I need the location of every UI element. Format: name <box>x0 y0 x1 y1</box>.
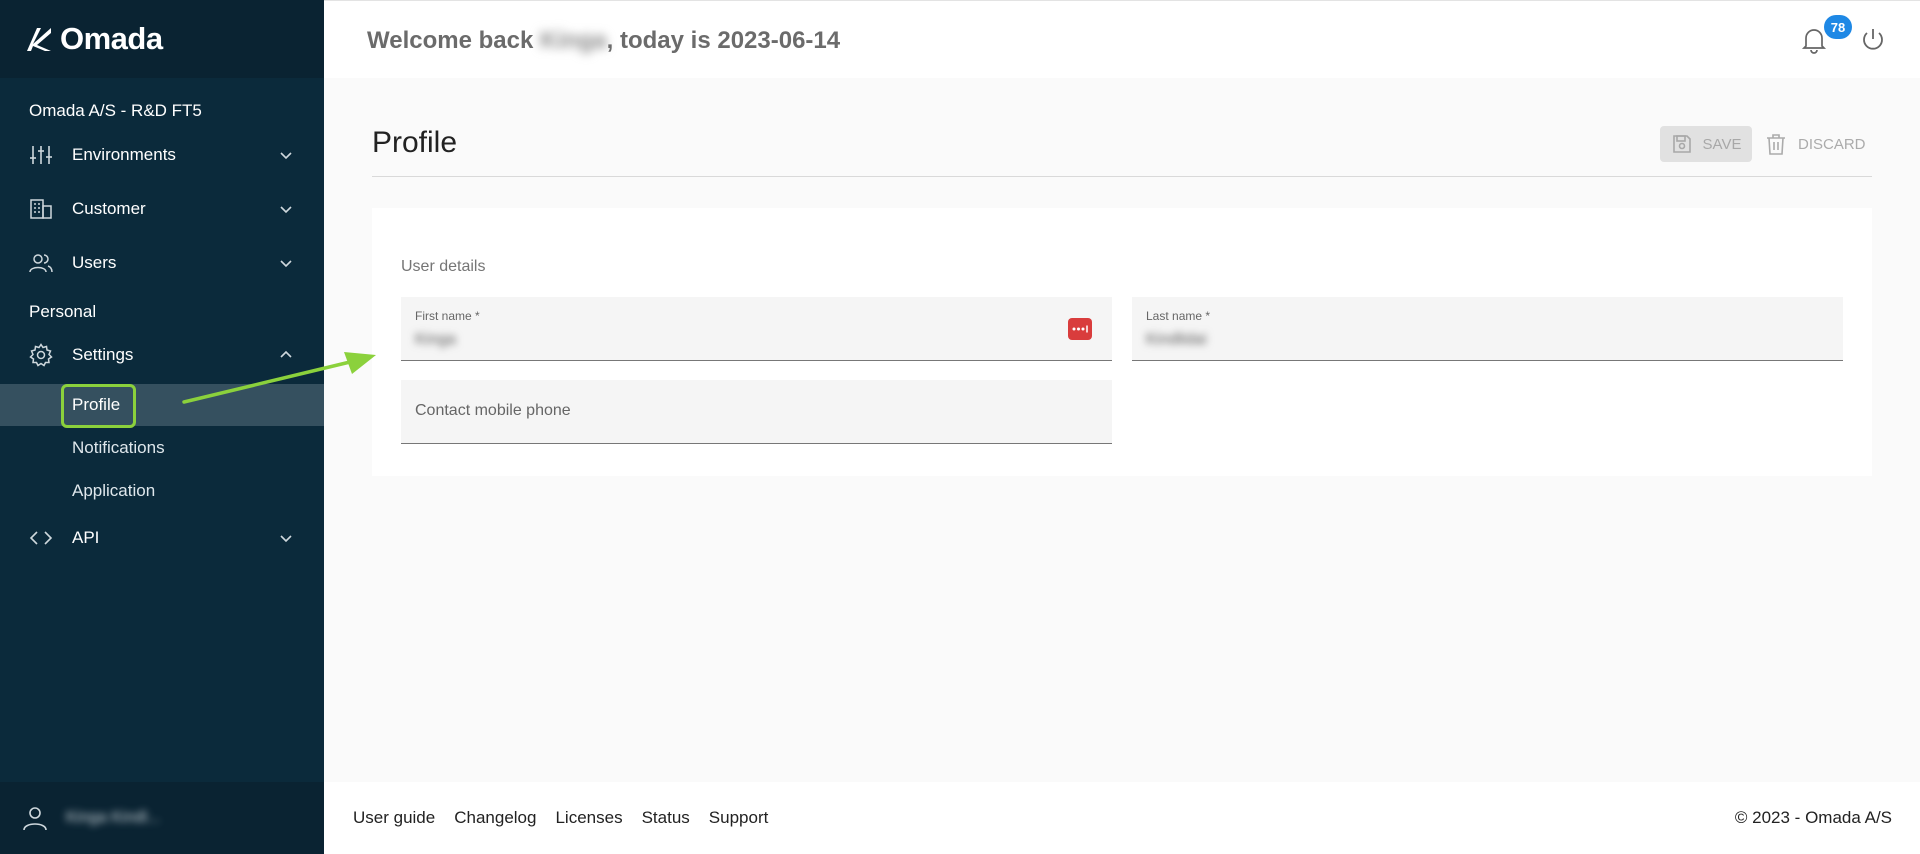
save-button[interactable]: SAVE <box>1660 126 1752 162</box>
footer-link-support[interactable]: Support <box>709 808 769 828</box>
section-title: User details <box>401 258 486 275</box>
nav-label: Settings <box>72 345 134 364</box>
welcome-prefix: Welcome back <box>367 27 534 54</box>
nav-item-environments[interactable]: Environments <box>0 135 324 175</box>
notification-badge: 78 <box>1824 15 1852 39</box>
page-title: Profile <box>372 126 458 159</box>
nav-label: API <box>72 528 100 547</box>
logo[interactable]: Omada <box>0 0 324 78</box>
gear-icon <box>29 343 53 367</box>
footer-link-status[interactable]: Status <box>642 808 690 828</box>
annotation-arrow <box>182 352 376 404</box>
chevron-down-icon <box>280 535 292 543</box>
discard-label: DISCARD <box>1798 135 1866 153</box>
logo-text: Omada <box>60 21 163 56</box>
save-label: SAVE <box>1702 135 1742 153</box>
copyright: © 2023 - Omada A/S <box>1734 808 1892 827</box>
section-label-personal: Personal <box>29 302 97 321</box>
footer: User guide Changelog Licenses Status Sup… <box>324 782 1920 854</box>
sub-item-notifications[interactable]: Notifications <box>0 427 324 469</box>
nav-item-users[interactable]: Users <box>0 243 324 283</box>
top-bar: Welcome back Kinga, today is 2023-06-14 … <box>324 0 1920 78</box>
trash-icon <box>1767 134 1785 155</box>
highlight-box <box>61 384 136 428</box>
sliders-icon <box>29 143 53 167</box>
user-details-card: User details First name * Kinga Last nam… <box>372 208 1872 476</box>
footer-link-licenses[interactable]: Licenses <box>555 808 622 828</box>
footer-links: User guide Changelog Licenses Status Sup… <box>353 808 768 828</box>
sub-item-application[interactable]: Application <box>0 470 324 512</box>
user-name: Kinga Kindl... <box>66 809 161 826</box>
omada-logo-icon <box>27 28 51 51</box>
nav-item-customer[interactable]: Customer <box>0 189 324 229</box>
org-name: Omada A/S - R&D FT5 <box>29 101 202 120</box>
contact-phone-field[interactable]: Contact mobile phone <box>401 380 1112 444</box>
nav-label: Users <box>72 253 117 272</box>
first-name-label: First name * <box>415 309 480 323</box>
first-name-field[interactable]: First name * Kinga <box>401 297 1112 361</box>
nav-label: Customer <box>72 199 146 218</box>
chevron-down-icon <box>280 206 292 214</box>
first-name-value: Kinga <box>415 331 456 348</box>
code-icon <box>29 526 53 550</box>
last-name-label: Last name * <box>1146 309 1211 323</box>
footer-link-changelog[interactable]: Changelog <box>454 808 536 828</box>
discard-button[interactable]: DISCARD <box>1766 126 1866 162</box>
sidebar-user[interactable]: Kinga Kindl... <box>0 782 324 854</box>
last-name-field[interactable]: Last name * Kindlidai <box>1132 297 1843 361</box>
sub-item-label: Application <box>72 481 156 500</box>
users-icon <box>29 251 53 275</box>
floppy-icon <box>1672 135 1691 153</box>
welcome-suffix: , today is 2023-06-14 <box>606 27 841 54</box>
chevron-down-icon <box>280 152 292 160</box>
chevron-down-icon <box>280 260 292 268</box>
welcome-message: Welcome back Kinga, today is 2023-06-14 <box>367 27 840 55</box>
sidebar: Omada Omada A/S - R&D FT5 Environments C… <box>0 0 324 854</box>
user-icon <box>23 807 47 831</box>
last-name-value: Kindlidai <box>1146 331 1207 348</box>
sub-item-label: Notifications <box>72 438 165 457</box>
contact-phone-placeholder: Contact mobile phone <box>415 402 571 419</box>
password-manager-icon[interactable] <box>1068 318 1092 340</box>
welcome-name: Kinga <box>539 27 607 54</box>
divider <box>372 176 1872 177</box>
power-icon[interactable] <box>1860 27 1886 53</box>
building-icon <box>29 197 53 221</box>
footer-link-user-guide[interactable]: User guide <box>353 808 435 828</box>
nav-label: Environments <box>72 145 176 164</box>
nav-item-api[interactable]: API <box>0 518 324 558</box>
